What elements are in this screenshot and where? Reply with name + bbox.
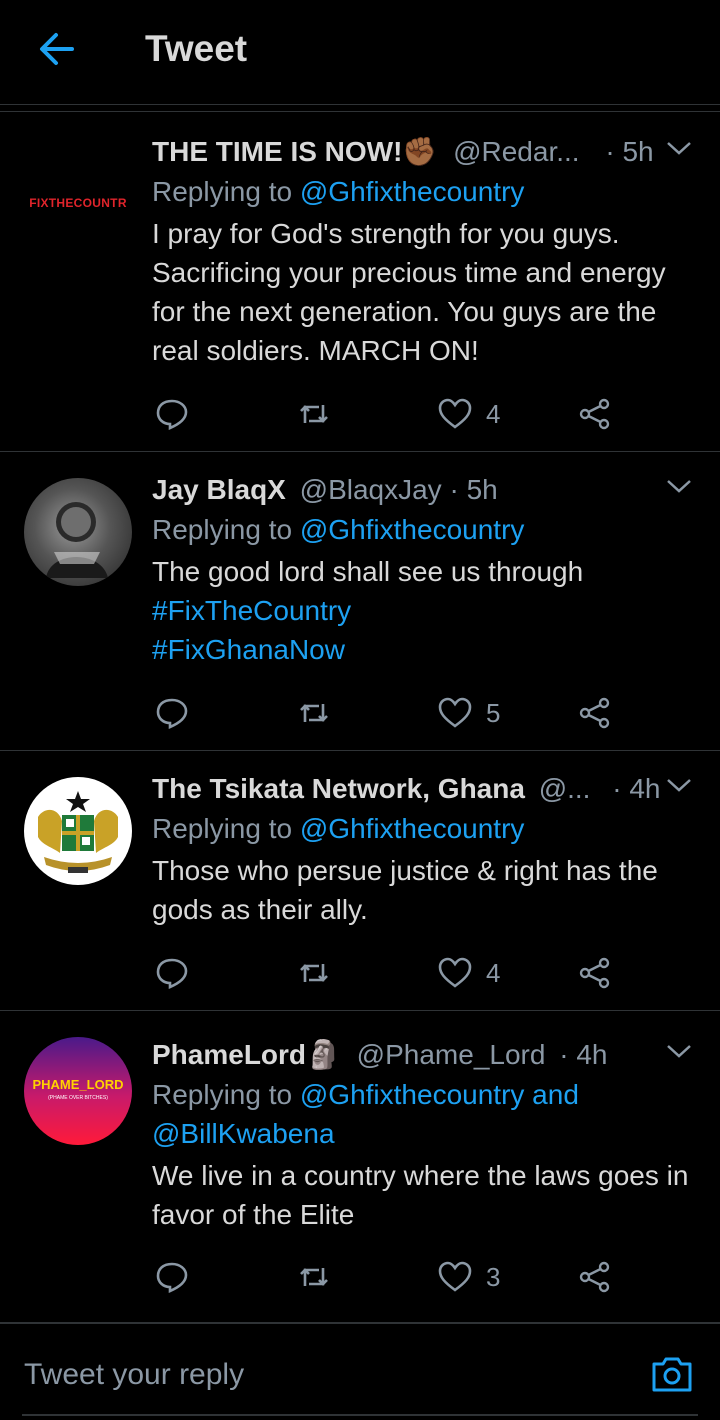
tweet[interactable]: PHAME_LORD (PHAME OVER BITCHES) PhameLor… — [0, 1010, 720, 1315]
replying-to-link[interactable]: @Ghfixthecountry — [300, 176, 525, 207]
tweet[interactable]: The Tsikata Network, Ghana @... · 4h Rep… — [0, 750, 720, 1011]
heart-icon — [438, 398, 472, 429]
user-handle[interactable]: @Redar... — [453, 136, 579, 167]
heart-icon — [438, 1261, 472, 1292]
avatar-sublabel: (PHAME OVER BITCHES) — [48, 1095, 108, 1101]
like-button[interactable]: 4 — [438, 394, 500, 434]
tweet-actions: 3 — [0, 1257, 720, 1297]
share-icon — [579, 697, 610, 729]
hashtag-link[interactable]: #FixGhanaNow — [152, 630, 696, 669]
retweet-icon — [300, 704, 328, 722]
tweet-header: PhameLord🗿 @Phame_Lord · 4h — [152, 1037, 696, 1075]
tweet-text: I pray for God's strength for you guys. … — [152, 218, 666, 366]
retweet-icon — [300, 1268, 328, 1286]
share-icon — [579, 398, 610, 430]
reply-button[interactable] — [155, 394, 189, 434]
avatar[interactable]: PHAME_LORD (PHAME OVER BITCHES) — [24, 1037, 132, 1145]
like-button[interactable]: 4 — [438, 953, 500, 993]
tweet-actions: 5 — [0, 693, 720, 733]
avatar[interactable] — [24, 478, 132, 586]
camera-icon[interactable] — [650, 1354, 694, 1394]
replying-to-link[interactable]: @Ghfixthecountry — [300, 514, 525, 545]
share-icon — [579, 1261, 610, 1293]
display-name[interactable]: Jay BlaqX — [152, 474, 286, 505]
like-count: 5 — [486, 697, 501, 728]
replying-to: Replying to @Ghfixthecountry — [152, 172, 696, 211]
tweet-text-main: The good lord shall see us through — [152, 556, 584, 587]
coat-of-arms-icon — [38, 791, 118, 873]
heart-icon — [438, 697, 472, 728]
tweet-header: THE TIME IS NOW!✊🏾 @Redar... · 5h — [152, 134, 696, 172]
avatar-label: FIXTHECOUNTR — [29, 196, 127, 210]
reply-input[interactable]: Tweet your reply — [24, 1358, 244, 1392]
input-underline — [22, 1414, 698, 1416]
replying-prefix: Replying to — [152, 176, 300, 207]
heart-icon — [438, 957, 472, 988]
like-count: 4 — [486, 398, 501, 429]
tweet-header: Jay BlaqX @BlaqxJay · 5h — [152, 472, 696, 510]
top-bar: Tweet — [0, 0, 720, 105]
replying-to: Replying to @Ghfixthecountry and @BillKw… — [152, 1075, 696, 1153]
like-count: 4 — [486, 957, 501, 988]
avatar[interactable] — [24, 777, 132, 885]
avatar[interactable]: FIXTHECOUNTR — [24, 132, 132, 240]
share-button[interactable] — [578, 693, 612, 733]
chevron-down-icon[interactable] — [666, 476, 692, 496]
avatar-label: PHAME_LORD — [32, 1077, 124, 1092]
user-handle[interactable]: @Phame_Lord — [357, 1039, 546, 1070]
display-name[interactable]: PhameLord🗿 — [152, 1039, 341, 1070]
comment-icon — [156, 399, 188, 430]
timestamp[interactable]: · 5h — [449, 474, 497, 505]
replying-to: Replying to @Ghfixthecountry — [152, 510, 696, 549]
back-arrow-icon[interactable] — [34, 26, 80, 72]
replying-to-link[interactable]: @Ghfixthecountry — [300, 813, 525, 844]
person-photo-icon — [46, 502, 108, 578]
tweet-text: The good lord shall see us through #FixT… — [152, 552, 696, 669]
reply-button[interactable] — [155, 1257, 189, 1297]
like-count: 3 — [486, 1261, 501, 1292]
retweet-button[interactable] — [297, 693, 331, 733]
comment-icon — [156, 698, 188, 729]
replying-prefix: Replying to — [152, 514, 300, 545]
retweet-icon — [300, 964, 328, 982]
tweet-text: Those who persue justice & right has the… — [152, 855, 658, 925]
comment-icon — [156, 1262, 188, 1293]
like-button[interactable]: 5 — [438, 693, 500, 733]
tweet[interactable]: FIXTHECOUNTR THE TIME IS NOW!✊🏾 @Redar..… — [0, 111, 720, 452]
comment-icon — [156, 958, 188, 989]
chevron-down-icon[interactable] — [666, 138, 692, 158]
reply-button[interactable] — [155, 953, 189, 993]
reply-composer: Tweet your reply — [0, 1322, 720, 1420]
chevron-down-icon[interactable] — [666, 775, 692, 795]
timestamp[interactable]: · 4h — [559, 1039, 607, 1070]
tweet-header: The Tsikata Network, Ghana @... · 4h — [152, 771, 696, 809]
retweet-button[interactable] — [297, 953, 331, 993]
hashtag-link[interactable]: #FixTheCountry — [152, 591, 696, 630]
page-title: Tweet — [145, 28, 248, 69]
retweet-button[interactable] — [297, 1257, 331, 1297]
replying-prefix: Replying to — [152, 813, 300, 844]
replying-to: Replying to @Ghfixthecountry — [152, 809, 696, 848]
like-button[interactable]: 3 — [438, 1257, 500, 1297]
chevron-down-icon[interactable] — [666, 1041, 692, 1061]
tweet-text: We live in a country where the laws goes… — [152, 1160, 689, 1230]
tweet-actions: 4 — [0, 394, 720, 434]
share-button[interactable] — [578, 394, 612, 434]
user-handle[interactable]: @... — [539, 773, 591, 804]
replying-prefix: Replying to — [152, 1079, 300, 1110]
timestamp[interactable]: · 4h — [612, 773, 660, 804]
share-button[interactable] — [578, 953, 612, 993]
retweet-icon — [300, 405, 328, 423]
display-name[interactable]: The Tsikata Network, Ghana — [152, 773, 525, 804]
display-name[interactable]: THE TIME IS NOW!✊🏾 — [152, 136, 437, 167]
reply-button[interactable] — [155, 693, 189, 733]
timestamp[interactable]: · 5h — [605, 136, 653, 167]
retweet-button[interactable] — [297, 394, 331, 434]
tweet-actions: 4 — [0, 953, 720, 993]
share-button[interactable] — [578, 1257, 612, 1297]
share-icon — [579, 957, 610, 989]
user-handle[interactable]: @BlaqxJay — [300, 474, 442, 505]
tweet[interactable]: Jay BlaqX @BlaqxJay · 5h Replying to @Gh… — [0, 451, 720, 751]
